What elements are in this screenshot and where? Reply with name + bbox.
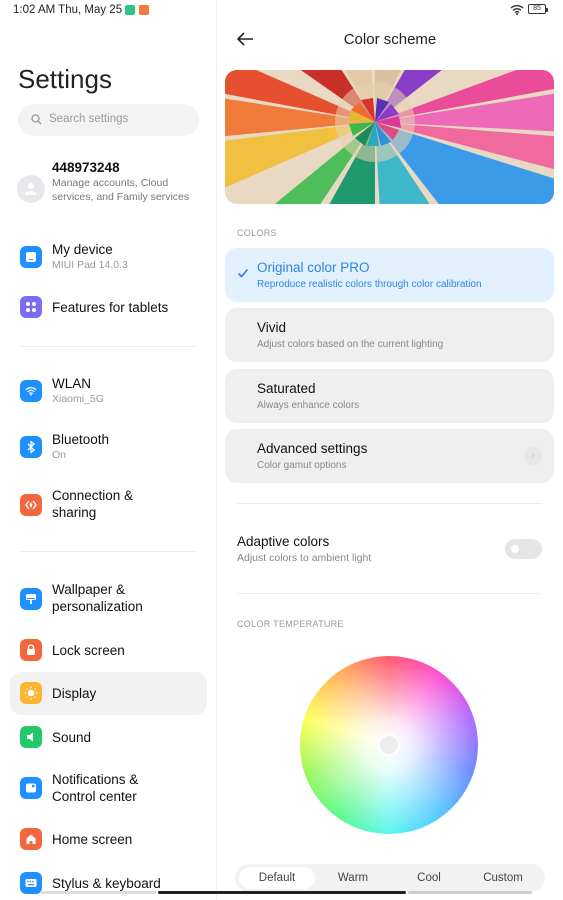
divider bbox=[20, 346, 196, 347]
account-subtitle: Manage accounts, Cloud services, and Fam… bbox=[52, 177, 190, 203]
sidebar-item-lock-screen[interactable]: Lock screen bbox=[10, 634, 207, 666]
sun-icon bbox=[20, 682, 42, 704]
account-id: 448973248 bbox=[52, 160, 120, 175]
keyboard-icon bbox=[20, 872, 42, 894]
option-original-color-pro[interactable]: Original color PRO Reproduce realistic c… bbox=[225, 248, 554, 302]
sidebar-item-label: Display bbox=[52, 686, 97, 701]
option-title: Vivid bbox=[257, 320, 287, 335]
wallpaper-icon bbox=[20, 588, 42, 610]
status-bar: 1:02 AM Thu, May 25 85 bbox=[0, 0, 563, 22]
home-indicator[interactable] bbox=[158, 891, 406, 894]
sidebar-item-label: Lock screen bbox=[52, 643, 125, 658]
wifi-icon bbox=[510, 5, 524, 15]
sidebar-item-label: Wallpaper & personalization bbox=[52, 582, 143, 614]
tab-cool[interactable]: Cool bbox=[391, 867, 467, 889]
adaptive-colors-subtitle: Adjust colors to ambient light bbox=[237, 552, 372, 564]
avatar bbox=[17, 175, 45, 203]
sidebar-item-label: Stylus & keyboard bbox=[52, 876, 161, 891]
sidebar-item-label: Features for tablets bbox=[52, 300, 169, 315]
color-wheel-handle[interactable] bbox=[378, 734, 400, 756]
toggle-knob bbox=[511, 545, 519, 553]
chevron-right-icon: › bbox=[524, 447, 542, 465]
search-input[interactable]: Search settings bbox=[18, 104, 199, 136]
option-title: Advanced settings bbox=[257, 441, 368, 456]
wifi-icon bbox=[20, 380, 42, 402]
sidebar-item-label: Notifications & Control center bbox=[52, 772, 139, 804]
sidebar-item-features-for-tablets[interactable]: Features for tablets bbox=[10, 292, 207, 324]
sidebar-item-home-screen[interactable]: Home screen bbox=[10, 823, 207, 855]
option-vivid[interactable]: Vivid Adjust colors based on the current… bbox=[225, 308, 554, 362]
option-subtitle: Color gamut options bbox=[257, 460, 347, 471]
page-title: Color scheme bbox=[343, 31, 437, 48]
sidebar-item-sub: On bbox=[52, 449, 67, 461]
sidebar-item-sub: MIUI Pad 14.0.3 bbox=[52, 259, 128, 271]
settings-sidebar: Settings Search settings 448973248 Manag… bbox=[0, 22, 216, 900]
color-temperature-wheel[interactable] bbox=[300, 656, 478, 834]
lock-icon bbox=[20, 639, 42, 661]
sidebar-item-notifications[interactable]: Notifications & Control center bbox=[10, 766, 207, 810]
sidebar-title: Settings bbox=[18, 64, 112, 94]
divider bbox=[237, 593, 542, 594]
color-scheme-pane: Color scheme COLORS Original color PRO R… bbox=[217, 22, 563, 900]
option-title: Original color PRO bbox=[257, 260, 370, 275]
tab-custom[interactable]: Custom bbox=[465, 867, 541, 889]
search-icon bbox=[31, 114, 42, 125]
sidebar-item-label: Sound bbox=[52, 730, 92, 745]
tab-warm[interactable]: Warm bbox=[315, 867, 391, 889]
color-temperature-section-label: COLOR TEMPERATURE bbox=[237, 619, 344, 629]
speaker-icon bbox=[20, 726, 42, 748]
sidebar-item-display[interactable]: Display bbox=[10, 672, 207, 715]
sidebar-item-bluetooth[interactable]: Bluetooth On bbox=[10, 426, 207, 470]
grid-icon bbox=[20, 296, 42, 318]
bluetooth-icon bbox=[20, 436, 42, 458]
sidebar-item-wallpaper[interactable]: Wallpaper & personalization bbox=[10, 576, 207, 620]
connection-icon bbox=[20, 494, 42, 516]
notification-icon bbox=[20, 777, 42, 799]
battery-icon: 85 bbox=[528, 4, 548, 14]
sidebar-item-label: Home screen bbox=[52, 832, 133, 847]
sidebar-item-my-device[interactable]: My device MIUI Pad 14.0.3 bbox=[10, 236, 207, 280]
sidebar-item-wlan[interactable]: WLAN Xiaomi_5G bbox=[10, 370, 207, 414]
sidebar-item-stylus-keyboard[interactable]: Stylus & keyboard bbox=[10, 867, 207, 899]
sidebar-item-connection-sharing[interactable]: Connection & sharing bbox=[10, 482, 207, 526]
adaptive-colors-toggle[interactable] bbox=[505, 539, 542, 559]
adaptive-colors-title: Adaptive colors bbox=[237, 534, 330, 549]
temperature-segmented-control: Default Warm Cool Custom bbox=[235, 864, 545, 892]
option-subtitle: Reproduce realistic colors through color… bbox=[257, 279, 482, 290]
checkmark-icon bbox=[237, 268, 249, 278]
scroll-indicator bbox=[40, 891, 156, 894]
option-saturated[interactable]: Saturated Always enhance colors bbox=[225, 369, 554, 423]
sidebar-item-label: Bluetooth bbox=[52, 432, 110, 447]
option-title: Saturated bbox=[257, 381, 316, 396]
orange-app-icon bbox=[139, 5, 149, 15]
home-icon bbox=[20, 828, 42, 850]
status-time: 1:02 AM Thu, May 25 bbox=[13, 4, 123, 16]
option-subtitle: Always enhance colors bbox=[257, 400, 360, 411]
colors-section-label: COLORS bbox=[237, 228, 277, 238]
tablet-icon bbox=[20, 246, 42, 268]
colored-pencils-banner-image bbox=[225, 70, 554, 204]
sidebar-item-account[interactable]: 448973248 Manage accounts, Cloud service… bbox=[10, 154, 207, 222]
sidebar-item-sub: Xiaomi_5G bbox=[52, 393, 104, 405]
scroll-indicator bbox=[408, 891, 532, 894]
option-subtitle: Adjust colors based on the current light… bbox=[257, 339, 444, 350]
sidebar-item-label: WLAN bbox=[52, 376, 92, 391]
divider bbox=[20, 551, 196, 552]
search-placeholder: Search settings bbox=[49, 113, 129, 125]
tab-default[interactable]: Default bbox=[239, 867, 315, 889]
option-advanced-settings[interactable]: Advanced settings Color gamut options › bbox=[225, 429, 554, 483]
divider bbox=[237, 503, 542, 504]
sidebar-item-label: My device bbox=[52, 242, 113, 257]
sidebar-item-sound[interactable]: Sound bbox=[10, 721, 207, 753]
sidebar-item-label: Connection & sharing bbox=[52, 488, 134, 520]
green-app-icon bbox=[125, 5, 135, 15]
